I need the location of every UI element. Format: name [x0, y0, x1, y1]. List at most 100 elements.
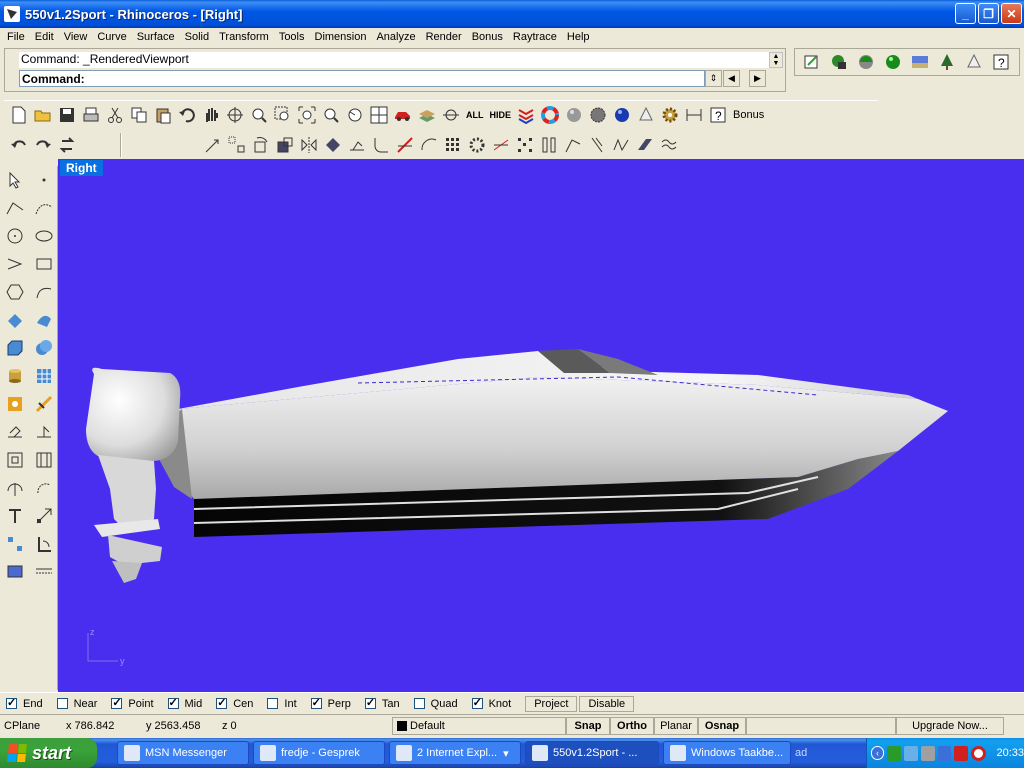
planar-toggle[interactable]: Planar: [654, 716, 698, 735]
menu-tools[interactable]: Tools: [274, 31, 310, 43]
cut-icon[interactable]: [104, 104, 126, 126]
copy-icon[interactable]: [128, 104, 150, 126]
zoom-window-icon[interactable]: [272, 104, 294, 126]
rotate-icon[interactable]: [250, 134, 272, 156]
four-viewports-icon[interactable]: [368, 104, 390, 126]
bonus-button[interactable]: Bonus: [731, 109, 766, 121]
undo-icon[interactable]: [176, 104, 198, 126]
car-icon[interactable]: [392, 104, 414, 126]
menu-help[interactable]: Help: [562, 31, 595, 43]
tray-speaker-icon[interactable]: [920, 745, 935, 761]
spotlight-icon[interactable]: [963, 51, 985, 73]
explode-icon[interactable]: [514, 134, 536, 156]
render-settings-icon[interactable]: [587, 104, 609, 126]
dimension-linear-icon[interactable]: [33, 561, 55, 583]
loft-icon[interactable]: [33, 309, 55, 331]
clock[interactable]: 20:33: [997, 747, 1024, 759]
point-icon[interactable]: [33, 169, 55, 191]
select-arrow-icon[interactable]: [4, 169, 26, 191]
task-windows-taakbalk[interactable]: Windows Taakbe...: [663, 741, 791, 765]
polygon-icon[interactable]: [4, 281, 26, 303]
command-spin-icon[interactable]: ⇕: [705, 70, 722, 87]
orient-icon[interactable]: [322, 134, 344, 156]
show-all-button[interactable]: ALL: [464, 110, 486, 120]
mesh-icon[interactable]: [33, 365, 55, 387]
osnap-cen[interactable]: Cen: [216, 696, 253, 710]
osnap-int-checkbox[interactable]: [267, 698, 279, 709]
color-wheel-icon[interactable]: [539, 104, 561, 126]
command-prompt[interactable]: Command:: [19, 70, 705, 87]
viewport-right[interactable]: Right z y: [58, 159, 1024, 692]
osnap-tan-checkbox[interactable]: [364, 696, 376, 709]
minimize-button[interactable]: _: [955, 3, 976, 24]
osnap-int[interactable]: Int: [267, 698, 297, 710]
osnap-perp-checkbox[interactable]: [310, 696, 322, 709]
text-icon[interactable]: [4, 505, 26, 527]
disable-button[interactable]: Disable: [579, 695, 635, 712]
render-icon[interactable]: [611, 104, 633, 126]
upgrade-button[interactable]: Upgrade Now...: [896, 716, 1004, 735]
undo-arrow-icon[interactable]: [8, 134, 30, 156]
osnap-near-checkbox[interactable]: [56, 698, 68, 709]
tray-app-icon[interactable]: [937, 745, 952, 761]
menu-raytrace[interactable]: Raytrace: [508, 31, 562, 43]
dimension-icon[interactable]: [683, 104, 705, 126]
trim-icon[interactable]: [490, 134, 512, 156]
task-internet-explorer[interactable]: 2 Internet Expl... ▾: [389, 741, 521, 765]
points-on-icon[interactable]: [4, 533, 26, 555]
task-rhinoceros[interactable]: 550v1.2Sport - ...: [525, 741, 659, 765]
layer-indicator[interactable]: Default: [392, 716, 566, 735]
redo-arrow-icon[interactable]: [32, 134, 54, 156]
curve-icon[interactable]: [33, 197, 55, 219]
circle-icon[interactable]: [4, 225, 26, 247]
dimension-tool-icon[interactable]: [4, 393, 26, 415]
command-input[interactable]: [88, 71, 649, 86]
start-button[interactable]: start: [0, 738, 97, 768]
viewport-title[interactable]: Right: [60, 160, 103, 176]
tray-msn-icon[interactable]: [903, 745, 918, 761]
menu-file[interactable]: File: [2, 31, 30, 43]
rhino-app-icon[interactable]: [4, 6, 20, 22]
join-icon[interactable]: [538, 134, 560, 156]
osnap-point[interactable]: Point: [111, 696, 154, 710]
project-button[interactable]: Project: [525, 695, 578, 712]
boolean-union-icon[interactable]: [33, 337, 55, 359]
osnap-toggle[interactable]: Osnap: [698, 716, 746, 735]
scroll-right-icon[interactable]: ▶: [749, 70, 766, 87]
close-button[interactable]: ✕: [1001, 3, 1022, 24]
undo-view-icon[interactable]: [344, 104, 366, 126]
osnap-end[interactable]: End: [6, 696, 43, 710]
group-icon[interactable]: [4, 449, 26, 471]
command-history-scrollbar[interactable]: ▲ ▼: [769, 52, 783, 68]
menu-view[interactable]: View: [59, 31, 93, 43]
cylinder-icon[interactable]: [4, 365, 26, 387]
new-file-icon[interactable]: [8, 104, 30, 126]
osnap-quad[interactable]: Quad: [413, 698, 458, 710]
tray-network-icon[interactable]: [887, 745, 901, 761]
properties-icon[interactable]: [515, 104, 537, 126]
save-icon[interactable]: [56, 104, 78, 126]
osnap-knot-checkbox[interactable]: [471, 696, 483, 709]
block-icon[interactable]: [33, 449, 55, 471]
environment-icon[interactable]: [909, 51, 931, 73]
mirror-icon[interactable]: [298, 134, 320, 156]
open-folder-icon[interactable]: [32, 104, 54, 126]
hide-button[interactable]: HIDE: [488, 110, 514, 120]
scroll-left-icon[interactable]: ◀: [723, 70, 740, 87]
layers-icon[interactable]: [416, 104, 438, 126]
menu-curve[interactable]: Curve: [92, 31, 131, 43]
osnap-near[interactable]: Near: [56, 698, 97, 710]
rectangle-icon[interactable]: [33, 253, 55, 275]
smooth-icon[interactable]: [658, 134, 680, 156]
paste-icon[interactable]: [152, 104, 174, 126]
rebuild-icon[interactable]: [33, 533, 55, 555]
shade-sphere-icon[interactable]: [563, 104, 585, 126]
menu-surface[interactable]: Surface: [132, 31, 180, 43]
copy-objects-icon[interactable]: [226, 134, 248, 156]
osnap-mid[interactable]: Mid: [167, 696, 202, 710]
menu-analyze[interactable]: Analyze: [371, 31, 420, 43]
blend-icon[interactable]: [610, 134, 632, 156]
ortho-toggle[interactable]: Ortho: [610, 716, 654, 735]
fillet-icon[interactable]: [370, 134, 392, 156]
render-sphere-icon[interactable]: [882, 51, 904, 73]
